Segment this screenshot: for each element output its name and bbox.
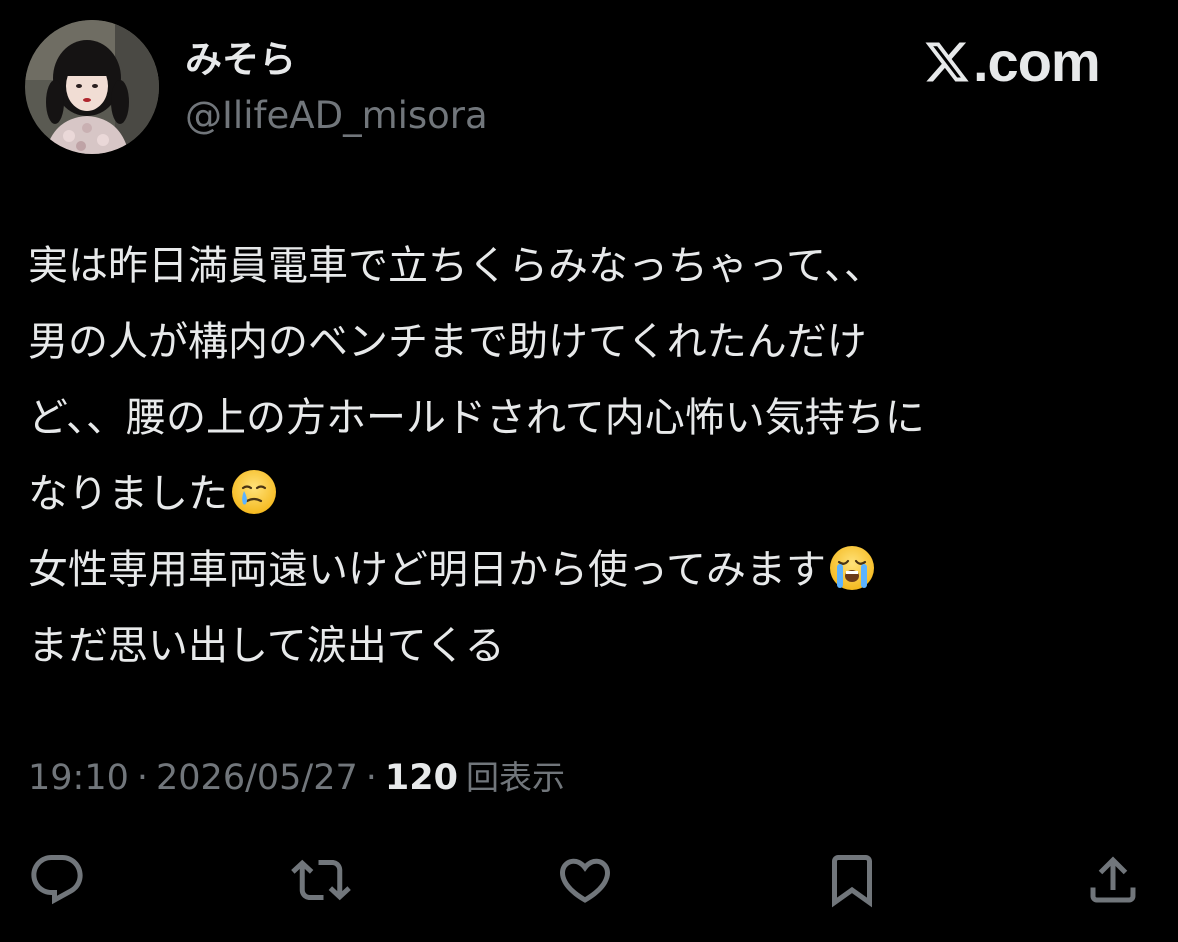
tweet-line-text: なりました — [28, 471, 228, 517]
meta-separator: · — [136, 758, 149, 798]
avatar[interactable] — [25, 20, 159, 154]
share-icon — [1090, 856, 1136, 903]
tweet-line: まだ思い出して涙出てくる — [28, 623, 505, 669]
like-button[interactable] — [553, 848, 617, 912]
meta-separator: · — [365, 758, 377, 798]
user-handle[interactable]: @IlifeAD_misora — [185, 92, 488, 140]
tweet-text: 実は昨日満員電車で立ちくらみなっちゃって、、 男の人が構内のベンチまで助けてくれ… — [28, 228, 1148, 684]
reply-icon — [31, 855, 83, 905]
share-button[interactable] — [1081, 848, 1145, 912]
views-count[interactable]: 120 — [385, 758, 458, 798]
face-holding-back-tears-emoji — [230, 468, 278, 516]
tweet-line: ど、、腰の上の方ホールドされて内心怖い気持ちに — [28, 395, 925, 441]
like-icon — [559, 858, 611, 903]
tweet-meta: 19:10 · 2026/05/27 · 120 回表示 — [28, 753, 565, 803]
profile-photo — [25, 20, 159, 154]
tweet-line: 実は昨日満員電車で立ちくらみなっちゃって、、 — [28, 243, 884, 289]
bookmark-icon — [832, 855, 872, 908]
loudly-crying-face-emoji — [828, 544, 876, 592]
tweet-line: 男の人が構内のベンチまで助けてくれたんだけ — [28, 319, 867, 365]
repost-button[interactable] — [289, 848, 353, 912]
post-time[interactable]: 19:10 — [28, 758, 129, 798]
brand-watermark: .com — [922, 30, 1101, 93]
display-name[interactable]: みそら — [185, 36, 296, 84]
x-logo-icon — [925, 42, 969, 82]
tweet-line-text: 女性専用車両遠いけど明日から使ってみます — [28, 547, 826, 593]
tweet-line-with-emoji: 女性専用車両遠いけど明日から使ってみます — [28, 532, 1148, 608]
reply-button[interactable] — [25, 848, 89, 912]
post-date[interactable]: 2026/05/27 — [156, 758, 358, 798]
views-label: 回表示 — [465, 758, 565, 797]
bookmark-button[interactable] — [820, 848, 884, 912]
repost-icon — [291, 859, 351, 901]
brand-domain-text: .com — [973, 30, 1101, 93]
tweet-line-with-emoji: なりました — [28, 456, 1148, 532]
